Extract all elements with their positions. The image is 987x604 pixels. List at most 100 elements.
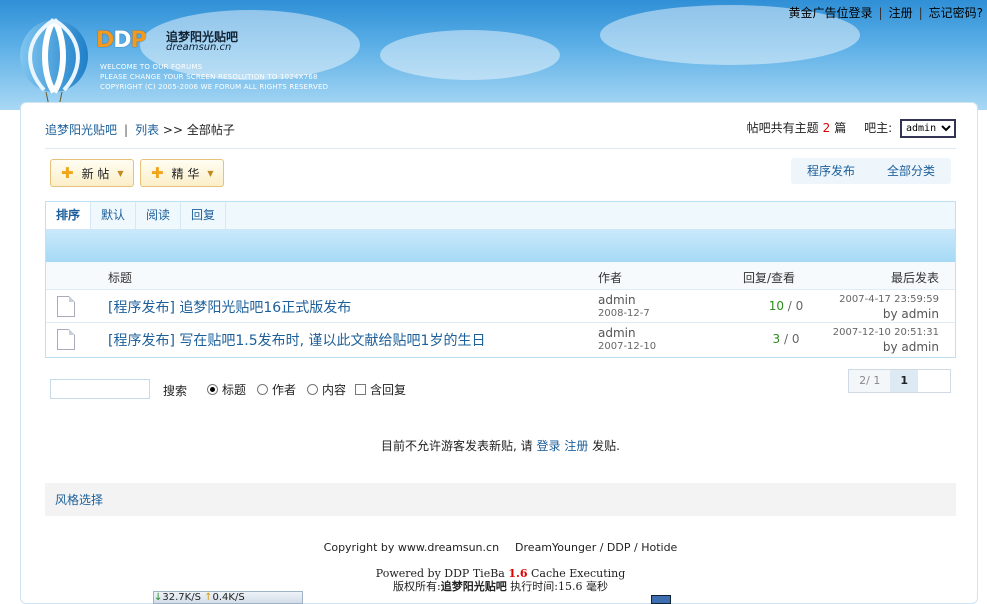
search-option-title[interactable]: 标题 [207,381,246,398]
radio-selected-icon[interactable] [207,384,218,395]
tab-program-release[interactable]: 程序发布 [791,158,871,184]
credits-text: DreamYounger / DDP / Hotide [515,541,678,554]
tab-replies[interactable]: 回复 [181,202,227,229]
owner-label: 吧主: [864,121,893,135]
essence-label: 精 华 [171,166,200,181]
notice-register-link[interactable]: 注册 [564,439,588,453]
login-link[interactable]: 登录 [849,6,873,20]
option-label: 作者 [272,383,297,397]
table-row: [程序发布] 写在贴吧1.5发布时, 谨以此文献给贴吧1岁的生日 admin 2… [46,323,955,356]
ad-slot-link[interactable]: 黄金广告位 [788,6,848,20]
header-replies: 回复/查看 [743,271,796,285]
last-post-time: 2007-12-10 20:51:31 [832,327,939,338]
forum-stats: 帖吧共有主题 2 篇 吧主: admin [747,119,956,138]
checkbox-label: 含回复 [370,383,407,397]
tab-all-categories[interactable]: 全部分类 [871,158,951,184]
copyright-text: Copyright by www.dreamsun.cn [323,541,500,554]
dropdown-arrow-icon: ▼ [207,168,214,178]
site-logo[interactable]: DDP 追梦阳光贴吧 dreamsun.cn [96,28,238,53]
header-last-post: 最后发表 [891,271,940,285]
main-panel: 追梦阳光贴吧 | 列表 >> 全部帖子 帖吧共有主题 2 篇 吧主: admin ✚ 新… [20,102,978,604]
owner-select[interactable]: admin [900,119,956,138]
divider: | [124,123,129,137]
cloud-decoration [380,30,560,80]
forgot-password-link[interactable]: 忘记密码? [929,6,983,20]
exec-time-label: 执行时间: [510,580,558,593]
author-name[interactable]: admin [598,326,656,340]
last-post-author[interactable]: by admin [833,340,939,354]
page-current[interactable]: 1 [890,370,918,392]
dropdown-arrow-icon: ▼ [117,168,124,178]
reply-view-count: 3 / 0 [772,332,800,346]
reply-view-count: 10 / 0 [768,299,804,313]
page-jump-input[interactable] [918,370,950,392]
upload-speed: 0.4K/S [212,592,245,603]
welcome-line: COPYRIGHT (C) 2005-2006 WE FORUM ALL RIG… [100,83,329,91]
tray-icon[interactable] [651,595,671,604]
top-links: 黄金广告位登录 | 注册 | 忘记密码? [788,4,983,21]
radio-icon[interactable] [307,384,318,395]
header-welcome-text: WELCOME TO OUR FORUMS PLEASE CHANGE YOUR… [100,62,328,92]
register-link[interactable]: 注册 [889,6,913,20]
essence-button[interactable]: ✚ 精 华 ▼ [140,159,224,187]
search-input[interactable] [50,379,150,399]
topic-author: admin 2007-12-10 [598,326,656,354]
last-post-author[interactable]: by admin [839,307,939,321]
author-name[interactable]: admin [598,293,650,307]
topic-title-link[interactable]: [程序发布] 写在贴吧1.5发布时, 谨以此文献给贴吧1岁的生日 [108,330,485,350]
table-row: [程序发布] 追梦阳光贴吧16正式版发布 admin 2008-12-7 10 … [46,290,955,323]
breadcrumb-current: 全部帖子 [186,123,235,137]
table-banner [46,230,955,262]
topic-title-link[interactable]: [程序发布] 追梦阳光贴吧16正式版发布 [108,297,351,317]
header-title: 标题 [108,271,133,285]
radio-icon[interactable] [257,384,268,395]
plus-icon: ✚ [151,164,164,182]
last-post-info: 2007-12-10 20:51:31 by admin [833,326,939,354]
new-post-button[interactable]: ✚ 新 帖 ▼ [50,159,134,187]
include-replies-checkbox[interactable]: 含回复 [355,381,406,398]
welcome-line: PLEASE CHANGE YOUR SCREEN RESOLUTION TO … [100,73,318,81]
post-date: 2008-12-7 [598,308,650,319]
download-speed: 32.7K/S [162,592,201,603]
breadcrumb-bar: 追梦阳光贴吧 | 列表 >> 全部帖子 帖吧共有主题 2 篇 吧主: admin [45,119,956,149]
divider: | [878,6,883,20]
new-post-label: 新 帖 [81,166,110,181]
breadcrumb-list-link[interactable]: 列表 [135,123,159,137]
exec-time: 15.6 毫秒 [557,580,608,593]
tab-sort[interactable]: 排序 [46,202,92,229]
topic-author: admin 2008-12-7 [598,293,650,321]
notice-text: 目前不允许游客发表新贴, 请 [381,439,533,453]
hot-air-balloon-logo-icon [20,18,88,110]
version-number: 1.6 [508,567,528,580]
search-option-author[interactable]: 作者 [257,381,296,398]
tab-views[interactable]: 阅读 [136,202,182,229]
reply-count: 3 [772,332,781,346]
post-date: 2007-12-10 [598,341,657,352]
style-select-link[interactable]: 风格选择 [55,491,103,508]
last-post-info: 2007-4-17 23:59:59 by admin [839,293,939,321]
tab-default[interactable]: 默认 [91,202,137,229]
network-speed-widget[interactable]: ↓32.7K/S ↑0.4K/S [153,591,303,604]
option-label: 标题 [222,383,247,397]
search-option-content[interactable]: 内容 [307,381,346,398]
table-header: 标题 作者 回复/查看 最后发表 [46,262,955,290]
logo-domain: dreamsun.cn [166,42,232,53]
search-button[interactable]: 搜索 [163,382,187,399]
divider: | [918,6,923,20]
notice-login-link[interactable]: 登录 [536,439,560,453]
notice-suffix: 发贴. [592,439,620,453]
header-author: 作者 [598,271,623,285]
reply-count: 10 [768,299,784,313]
footer-copyright: Copyright by www.dreamsun.cn DreamYounger… [45,541,956,554]
view-count: 0 [791,332,800,346]
topic-count-unit: 篇 [834,121,847,135]
topic-count: 2 [822,121,831,135]
welcome-line: WELCOME TO OUR FORUMS [100,63,203,71]
breadcrumb-home-link[interactable]: 追梦阳光贴吧 [45,123,117,137]
rights-owner: 追梦阳光贴吧 [440,580,507,593]
footer-powered: Powered by DDP TieBa 1.6 Cache Executing… [45,567,956,593]
logo-ddp-text: DDP [96,28,147,53]
checkbox-icon[interactable] [355,384,366,395]
sort-tabs: 排序 默认 阅读 回复 [46,202,955,230]
rights-label: 版权所有: [393,580,441,593]
